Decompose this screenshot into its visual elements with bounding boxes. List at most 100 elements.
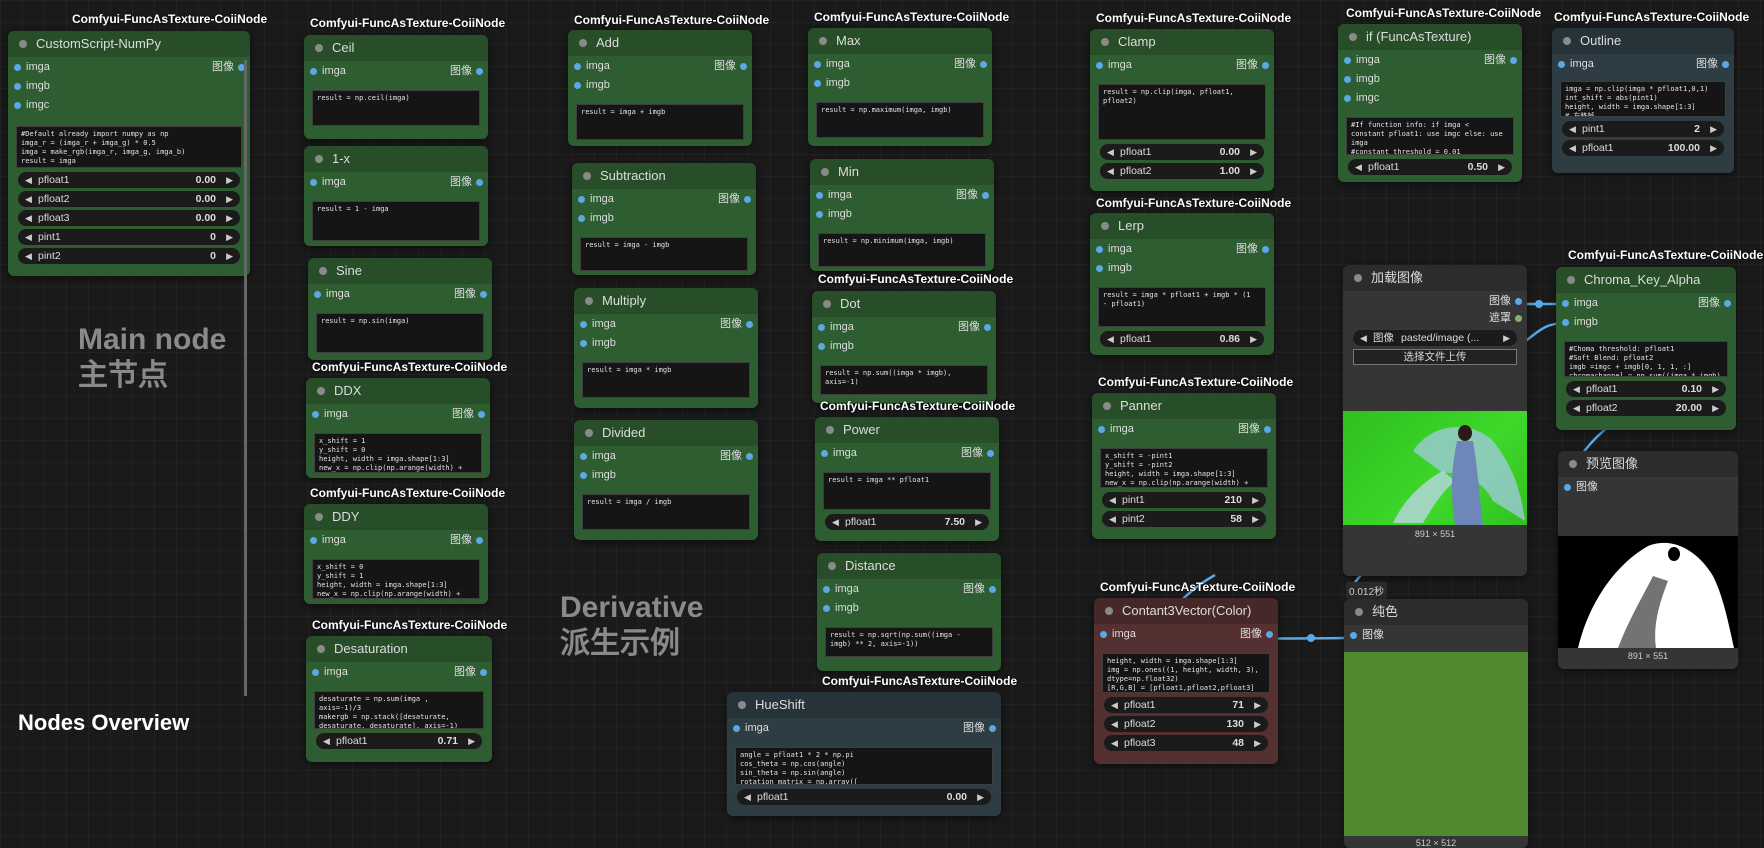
input-slot[interactable]: imga 图像: [808, 56, 992, 73]
output-pin-icon[interactable]: [1262, 62, 1269, 69]
collapse-dot-icon[interactable]: [1567, 276, 1575, 284]
code-editor[interactable]: angle = pfloat1 * 2 * np.pi cos_theta = …: [735, 747, 993, 785]
param-widget[interactable]: ◀ pfloat1 0.71 ▶: [316, 733, 482, 749]
input-slot[interactable]: imgb: [572, 210, 756, 227]
arrow-left-icon[interactable]: ◀: [1111, 735, 1118, 751]
node-if-functexture[interactable]: if (FuncAsTexture) imga 图像 imgb imgc #If …: [1338, 24, 1522, 182]
input-pin-icon[interactable]: [818, 343, 825, 350]
input-pin-icon[interactable]: [580, 453, 587, 460]
input-pin-icon[interactable]: [1344, 76, 1351, 83]
arrow-right-icon[interactable]: ▶: [468, 733, 475, 749]
output-pin-icon[interactable]: [1264, 426, 1271, 433]
input-slot[interactable]: imga 图像: [306, 406, 490, 423]
arrow-left-icon[interactable]: ◀: [1573, 400, 1580, 416]
node-header[interactable]: Min: [810, 159, 994, 185]
input-slot[interactable]: imga 图像: [568, 58, 752, 75]
input-pin-icon[interactable]: [314, 291, 321, 298]
input-pin-icon[interactable]: [814, 80, 821, 87]
collapse-dot-icon[interactable]: [319, 267, 327, 275]
output-pin-icon[interactable]: [1722, 61, 1729, 68]
arrow-left-icon[interactable]: ◀: [25, 229, 32, 245]
node-header[interactable]: HueShift: [727, 692, 1001, 718]
collapse-dot-icon[interactable]: [583, 172, 591, 180]
code-editor[interactable]: result = np.sum((imga * imgb), axis=-1): [820, 365, 988, 395]
node-constant-color[interactable]: Contant3Vector(Color) imga 图像 height, wid…: [1094, 598, 1278, 764]
input-pin-icon[interactable]: [733, 725, 740, 732]
node-header[interactable]: Panner: [1092, 393, 1276, 419]
upload-button[interactable]: 选择文件上传: [1353, 349, 1517, 365]
code-editor[interactable]: result = np.maximum(imga, imgb): [816, 102, 984, 138]
input-slot[interactable]: imgb: [1338, 71, 1522, 88]
param-widget[interactable]: ◀ pint2 0 ▶: [18, 248, 240, 264]
node-solid-color[interactable]: 纯色 图像 512 × 512: [1344, 599, 1528, 848]
code-editor[interactable]: result = imga + imgb: [576, 104, 744, 140]
code-editor[interactable]: #If function info: if imga < constant pf…: [1346, 117, 1514, 155]
input-pin-icon[interactable]: [1098, 426, 1105, 433]
node-ddx[interactable]: DDX imga 图像 x_shift = 1 y_shift = 0 heigh…: [306, 378, 490, 478]
input-slot[interactable]: imga 图像: [306, 664, 492, 681]
arrow-left-icon[interactable]: ◀: [1111, 697, 1118, 713]
collapse-dot-icon[interactable]: [1101, 222, 1109, 230]
arrow-right-icon[interactable]: ▶: [1252, 492, 1259, 508]
input-pin-icon[interactable]: [814, 61, 821, 68]
param-widget[interactable]: ◀ pfloat1 100.00 ▶: [1562, 140, 1724, 156]
input-slot[interactable]: imgb: [8, 78, 250, 95]
code-editor[interactable]: result = np.sqrt(np.sum((imga - imgb) **…: [825, 627, 993, 657]
arrow-left-icon[interactable]: ◀: [25, 191, 32, 207]
arrow-right-icon[interactable]: ▶: [1250, 163, 1257, 179]
input-pin-icon[interactable]: [578, 215, 585, 222]
input-slot[interactable]: imga 图像: [308, 286, 492, 303]
input-pin-icon[interactable]: [823, 586, 830, 593]
node-header[interactable]: Multiply: [574, 288, 758, 314]
node-divided[interactable]: Divided imga 图像 imgb result = imga / imgb: [574, 420, 758, 540]
collapse-dot-icon[interactable]: [738, 701, 746, 709]
param-widget[interactable]: ◀ pfloat1 0.00 ▶: [1100, 144, 1264, 160]
arrow-right-icon[interactable]: ▶: [1712, 400, 1719, 416]
node-distance[interactable]: Distance imga 图像 imgb result = np.sqrt(np…: [817, 553, 1001, 671]
arrow-right-icon[interactable]: ▶: [226, 172, 233, 188]
input-slot[interactable]: imga 图像: [304, 174, 488, 191]
code-editor[interactable]: result = 1 - imga: [312, 201, 480, 241]
input-pin-icon[interactable]: [821, 450, 828, 457]
code-editor[interactable]: result = np.ceil(imga): [312, 90, 480, 126]
arrow-right-icon[interactable]: ▶: [1503, 330, 1510, 346]
output-pin-icon[interactable]: [480, 669, 487, 676]
param-widget[interactable]: ◀ pfloat1 71 ▶: [1104, 697, 1268, 713]
collapse-dot-icon[interactable]: [1354, 274, 1362, 282]
input-pin-icon[interactable]: [1096, 265, 1103, 272]
arrow-right-icon[interactable]: ▶: [226, 191, 233, 207]
input-slot[interactable]: imga 图像: [817, 581, 1001, 598]
arrow-left-icon[interactable]: ◀: [25, 172, 32, 188]
output-pin-icon[interactable]: [984, 324, 991, 331]
output-pin-icon[interactable]: [989, 725, 996, 732]
output-slot[interactable]: 图像: [1343, 293, 1527, 310]
collapse-dot-icon[interactable]: [315, 513, 323, 521]
node-header[interactable]: 纯色: [1344, 599, 1528, 625]
output-pin-icon[interactable]: [740, 63, 747, 70]
input-slot[interactable]: 图像: [1344, 627, 1528, 644]
node-chroma-key[interactable]: Chroma_Key_Alpha imga 图像 imgb #Choma thre…: [1556, 267, 1736, 430]
node-header[interactable]: if (FuncAsTexture): [1338, 24, 1522, 50]
input-pin-icon[interactable]: [14, 64, 21, 71]
output-slot[interactable]: 遮罩: [1343, 310, 1527, 327]
node-max[interactable]: Max imga 图像 imgb result = np.maximum(imga…: [808, 28, 992, 146]
input-slot[interactable]: imga 图像: [1094, 626, 1278, 643]
input-slot[interactable]: imga 图像: [304, 532, 488, 549]
output-pin-icon[interactable]: [987, 450, 994, 457]
arrow-left-icon[interactable]: ◀: [1107, 331, 1114, 347]
arrow-left-icon[interactable]: ◀: [1573, 381, 1580, 397]
arrow-right-icon[interactable]: ▶: [226, 229, 233, 245]
output-pin-icon[interactable]: [1262, 246, 1269, 253]
param-widget[interactable]: ◀ pfloat1 0.00 ▶: [737, 789, 991, 805]
code-editor[interactable]: height, width = imga.shape[1:3] img = np…: [1102, 653, 1270, 693]
input-slot[interactable]: imgb: [810, 206, 994, 223]
arrow-right-icon[interactable]: ▶: [226, 210, 233, 226]
output-pin-icon[interactable]: [1515, 298, 1522, 305]
node-sine[interactable]: Sine imga 图像 result = np.sin(imga): [308, 258, 492, 360]
arrow-left-icon[interactable]: ◀: [1569, 140, 1576, 156]
param-widget[interactable]: ◀ pfloat1 7.50 ▶: [825, 514, 989, 530]
input-slot[interactable]: 图像: [1558, 479, 1738, 496]
output-pin-icon[interactable]: [989, 586, 996, 593]
node-header[interactable]: Power: [815, 417, 999, 443]
param-widget[interactable]: ◀ pint2 58 ▶: [1102, 511, 1266, 527]
